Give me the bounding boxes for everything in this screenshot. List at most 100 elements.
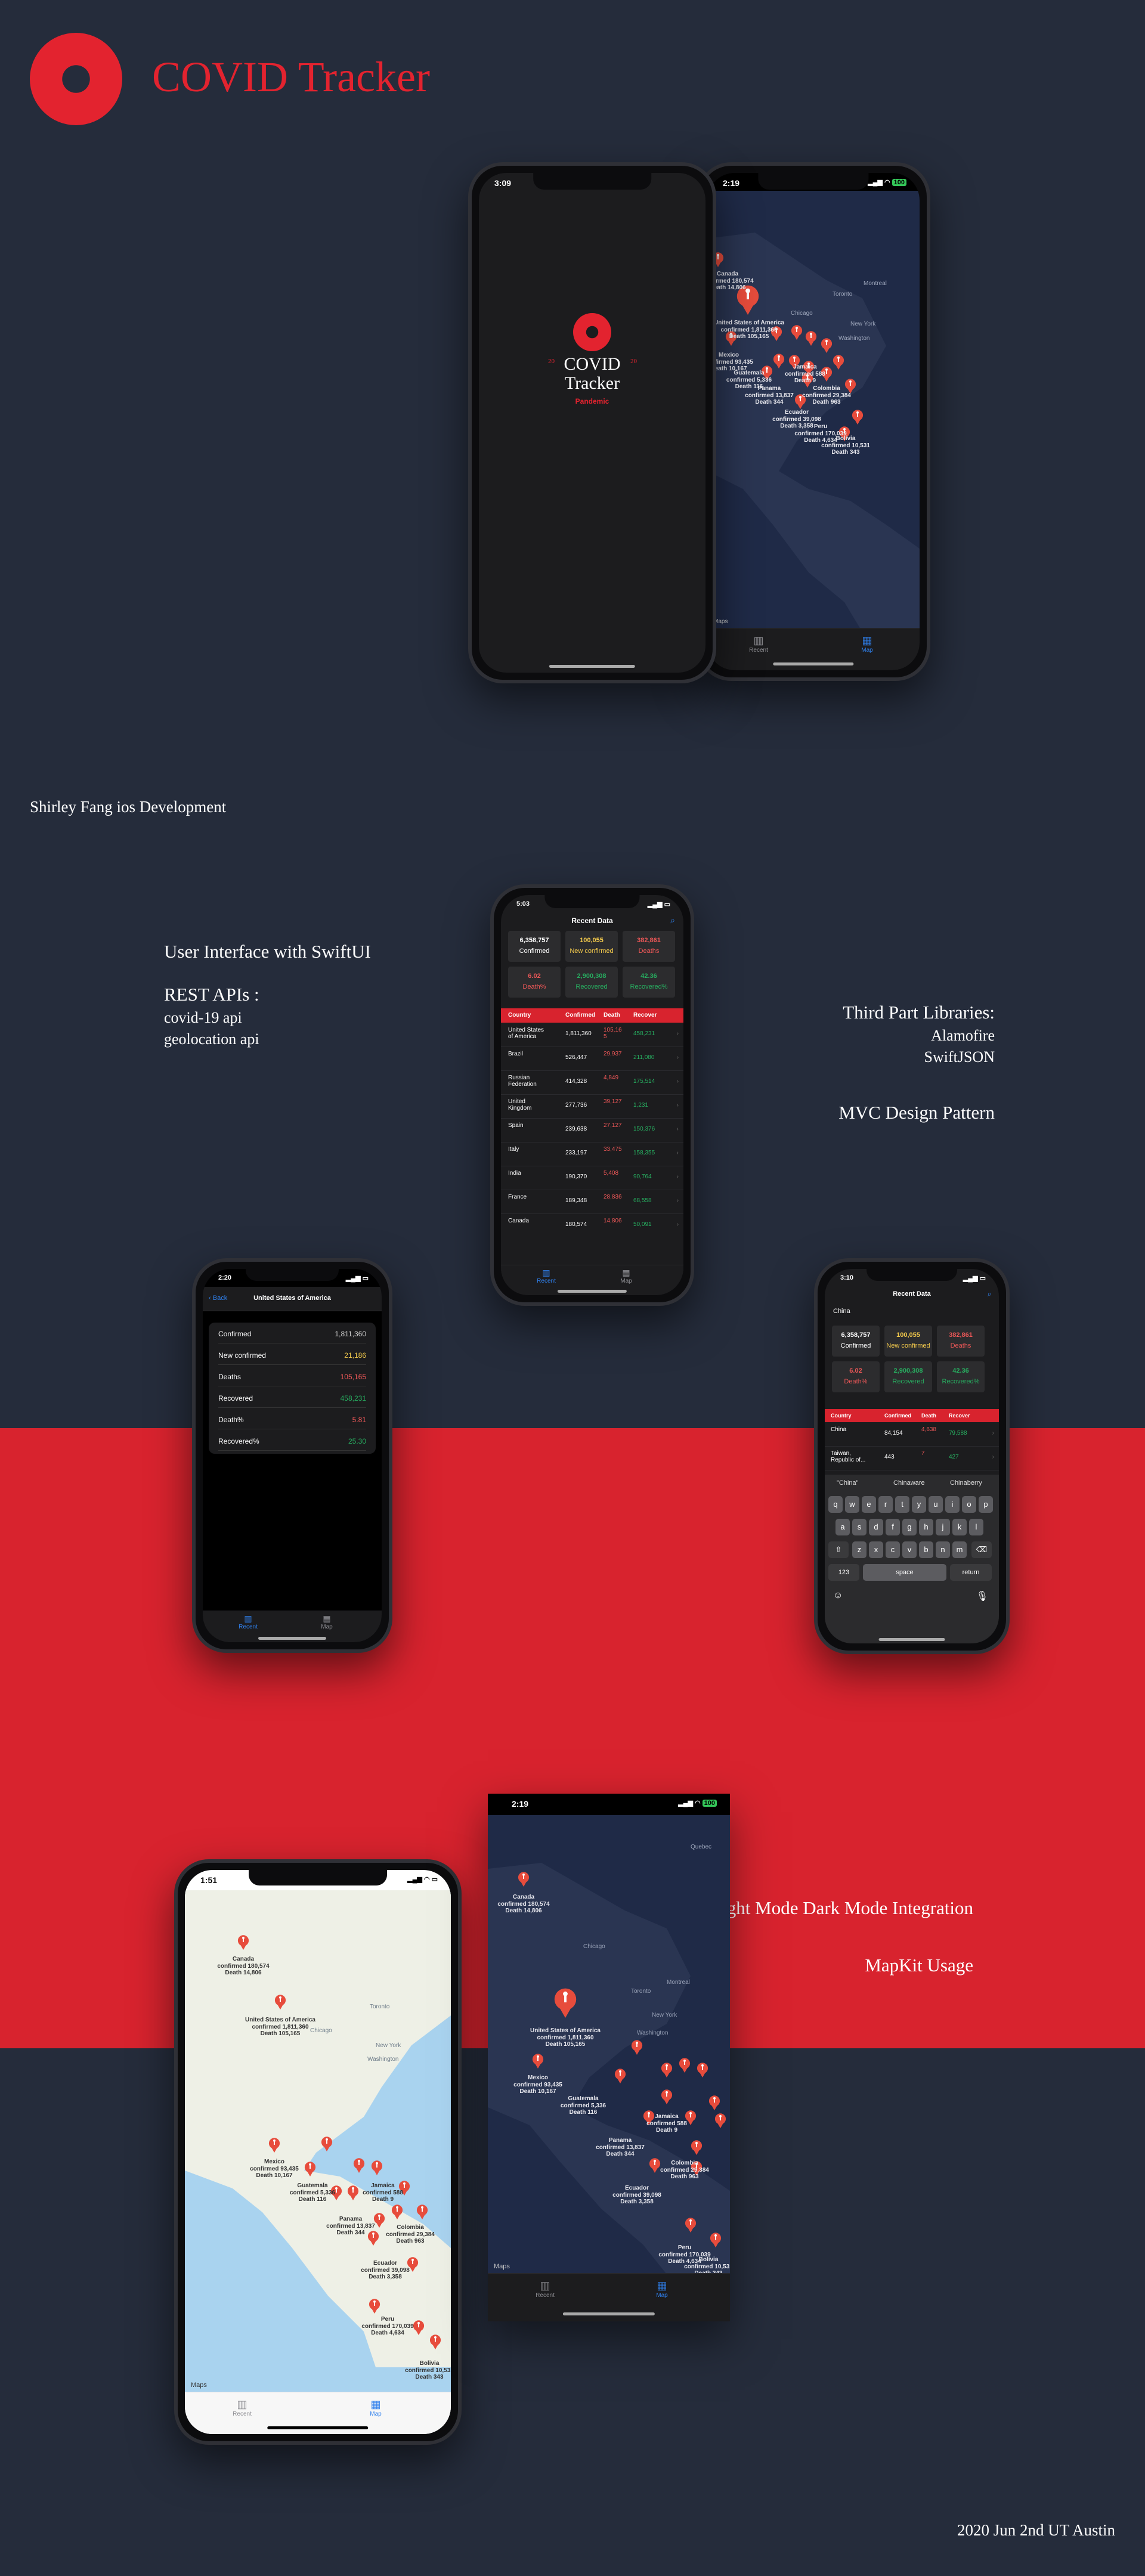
delete-key[interactable]: ⌫ — [971, 1541, 992, 1558]
key-g[interactable]: g — [902, 1519, 917, 1535]
map-pin-icon[interactable] — [629, 2039, 645, 2055]
table-row[interactable]: India 190,370 5,408 90,764 › — [501, 1166, 683, 1190]
map-pin-icon[interactable] — [550, 1987, 581, 2018]
map-pin-icon[interactable] — [428, 2334, 443, 2349]
tab-map[interactable]: ▦ Map — [602, 1268, 650, 1284]
shift-key[interactable]: ⇧ — [828, 1541, 849, 1558]
tab-map[interactable]: ▦ Map — [638, 2280, 686, 2299]
map-view[interactable]: Chicago Toronto Montreal New York Washin… — [488, 1815, 730, 2274]
key-e[interactable]: e — [862, 1496, 876, 1513]
keyboard-suggestion[interactable]: Chinaberry — [950, 1479, 982, 1487]
table-row[interactable]: Canada 180,574 14,806 50,091 › — [501, 1213, 683, 1237]
table-row[interactable]: United States of America 1,811,360 105,16 … — [501, 1023, 683, 1047]
tab-recent[interactable]: ▥ Recent — [218, 2398, 266, 2417]
table-row[interactable]: France 189,348 28,836 68,558 › — [501, 1190, 683, 1214]
key-p[interactable]: p — [979, 1496, 993, 1513]
search-input[interactable]: China — [831, 1305, 993, 1318]
table-row[interactable]: Spain 239,638 27,127 150,376 › — [501, 1118, 683, 1143]
table-row[interactable]: Taiwan, Republic of... 443 7 427 › — [825, 1446, 999, 1470]
map-view[interactable]: Chicago Toronto Montreal New York Washin… — [707, 191, 920, 628]
map-pin-icon[interactable] — [389, 2204, 405, 2219]
table-row[interactable]: Italy 233,197 33,475 158,355 › — [501, 1142, 683, 1166]
key-s[interactable]: s — [852, 1519, 867, 1535]
map-pin-icon[interactable] — [414, 2204, 430, 2219]
key-a[interactable]: a — [835, 1519, 850, 1535]
map-pin-icon[interactable] — [850, 409, 865, 425]
map-pin-icon[interactable] — [612, 2068, 628, 2083]
keyboard-suggestion[interactable]: "China" — [837, 1479, 859, 1487]
return-key[interactable]: return — [950, 1564, 992, 1581]
map-pin-icon[interactable] — [689, 2140, 704, 2155]
table-row[interactable]: Brazil 526,447 29,937 211,080 › — [501, 1046, 683, 1071]
key-y[interactable]: y — [912, 1496, 926, 1513]
map-pin-icon[interactable] — [819, 338, 834, 353]
map-pin-icon[interactable] — [659, 2062, 674, 2077]
table-row[interactable]: China 84,154 4,638 79,588 › — [825, 1422, 999, 1447]
search-icon[interactable]: ⌕ — [670, 915, 675, 925]
key-b[interactable]: b — [919, 1541, 933, 1558]
key-r[interactable]: r — [878, 1496, 893, 1513]
map-pin-icon[interactable] — [677, 2057, 692, 2073]
search-icon[interactable]: ⌕ — [988, 1289, 992, 1299]
key-u[interactable]: u — [929, 1496, 943, 1513]
stat-value: 2,900,308 — [577, 973, 606, 980]
key-h[interactable]: h — [919, 1519, 933, 1535]
map-pin-icon[interactable] — [302, 2161, 318, 2176]
map-pin-icon[interactable] — [267, 2137, 282, 2153]
table-row[interactable]: Russian Federation 414,328 4,849 175,514 › — [501, 1070, 683, 1095]
space-key[interactable]: space — [863, 1564, 946, 1581]
map-pin-icon[interactable] — [319, 2136, 335, 2151]
key-v[interactable]: v — [902, 1541, 917, 1558]
key-o[interactable]: o — [962, 1496, 976, 1513]
map-pin-icon[interactable] — [707, 2095, 722, 2110]
key-k[interactable]: k — [952, 1519, 967, 1535]
map-pin-icon[interactable] — [659, 2089, 674, 2104]
map-view[interactable]: Chicago Toronto New York Washington Cana… — [185, 1890, 451, 2392]
key-t[interactable]: t — [895, 1496, 909, 1513]
tab-recent[interactable]: ▥ Recent — [521, 2280, 569, 2299]
tab-map[interactable]: ▦ Map — [843, 634, 891, 654]
map-pin-icon[interactable] — [803, 330, 819, 346]
map-pin-icon[interactable] — [831, 354, 846, 370]
emoji-icon[interactable]: ☺ — [833, 1590, 843, 1601]
key-d[interactable]: d — [869, 1519, 883, 1535]
stat-label: New confirmed — [886, 1342, 930, 1349]
map-pin-icon[interactable] — [345, 2185, 361, 2200]
key-m[interactable]: m — [952, 1541, 967, 1558]
map-pin-icon[interactable] — [789, 324, 804, 340]
map-pin-icon[interactable] — [683, 2217, 698, 2233]
tab-recent[interactable]: ▥ Recent — [224, 1614, 272, 1630]
tab-recent[interactable]: ▥ Recent — [735, 634, 782, 654]
key-f[interactable]: f — [886, 1519, 900, 1535]
key-x[interactable]: x — [869, 1541, 883, 1558]
keyboard-suggestion[interactable]: Chinaware — [893, 1479, 925, 1487]
map-pin-label: Canadaconfirmed 180,574Death 14,806 — [217, 1956, 270, 1976]
map-pin-icon[interactable] — [369, 2160, 385, 2175]
map-pin-icon[interactable] — [516, 1871, 531, 1887]
tab-map[interactable]: ▦ Map — [303, 1614, 351, 1630]
table-row[interactable]: United Kingdom 277,736 39,127 1,231 › — [501, 1094, 683, 1119]
map-pin-icon[interactable] — [530, 2053, 546, 2069]
detail-row: Deaths 105,165 — [218, 1366, 366, 1386]
tab-map[interactable]: ▦ Map — [352, 2398, 400, 2417]
map-pin-icon[interactable] — [713, 2113, 728, 2128]
key-j[interactable]: j — [936, 1519, 950, 1535]
map-pin-icon[interactable] — [236, 1934, 251, 1950]
key-i[interactable]: i — [945, 1496, 960, 1513]
tab-recent[interactable]: ▥ Recent — [522, 1268, 570, 1284]
numbers-key[interactable]: 123 — [828, 1564, 859, 1581]
map-pin-icon[interactable] — [273, 1994, 288, 2010]
microphone-icon[interactable]: 🎙 — [976, 1590, 988, 1602]
chart-icon: ▥ — [542, 1268, 550, 1277]
map-pin-icon[interactable] — [695, 2062, 710, 2077]
map-pin-label: Mexico confirmed 93,435 Death 10,167 — [513, 2075, 562, 2095]
key-q[interactable]: q — [828, 1496, 843, 1513]
key-c[interactable]: c — [886, 1541, 900, 1558]
key-l[interactable]: l — [969, 1519, 983, 1535]
map-pin-icon[interactable] — [367, 2298, 382, 2314]
map-pin-icon[interactable] — [351, 2157, 367, 2173]
key-n[interactable]: n — [936, 1541, 950, 1558]
death-value: 33,475 — [604, 1146, 622, 1153]
key-w[interactable]: w — [845, 1496, 859, 1513]
key-z[interactable]: z — [852, 1541, 867, 1558]
